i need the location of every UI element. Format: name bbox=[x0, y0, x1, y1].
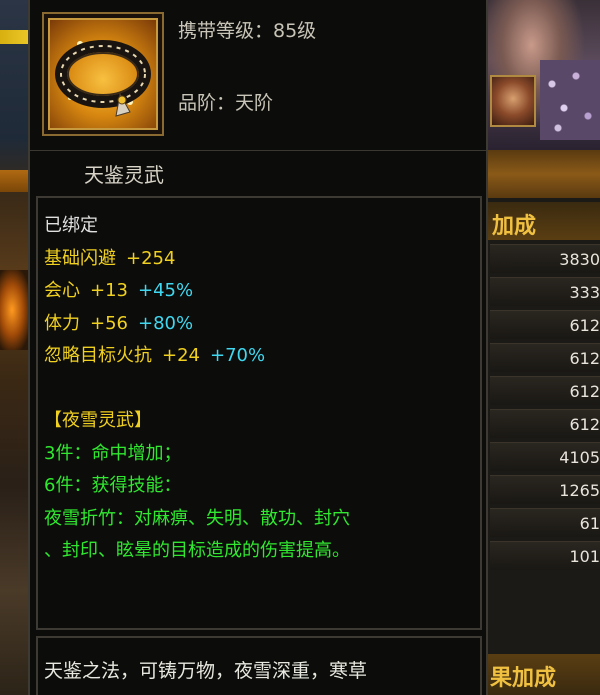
attribute-value-row: 612 bbox=[490, 409, 600, 438]
attribute-line: 体力 +56 +80% bbox=[44, 308, 480, 341]
set-skill-description: 夜雪折竹：对麻痹、失明、散功、封穴 bbox=[44, 507, 350, 529]
set-bonus-3: 3件：命中增加； bbox=[44, 442, 182, 464]
attribute-value-row: 61 bbox=[490, 508, 600, 537]
attribute-value-row: 4105 bbox=[490, 442, 600, 471]
item-icon-frame bbox=[42, 12, 164, 136]
bound-status: 已绑定 bbox=[44, 215, 98, 236]
attribute-value-row: 3830 bbox=[490, 244, 600, 273]
attribute-percent: +45% bbox=[138, 280, 194, 301]
attribute-name: 忽略目标火抗 bbox=[44, 345, 152, 366]
attribute-value-row: 333 bbox=[490, 277, 600, 306]
attribute-percent: +70% bbox=[210, 345, 266, 366]
item-requirements: 携带等级：85级 品阶：天阶 bbox=[178, 14, 316, 120]
attribute-value: +254 bbox=[126, 247, 176, 269]
attribute-value: +56 bbox=[90, 312, 128, 334]
item-tooltip: 携带等级：85级 品阶：天阶 天鉴灵武 已绑定 基础闪避 +254 会心 +13 +4… bbox=[28, 0, 488, 695]
leather-collar-icon bbox=[48, 18, 158, 130]
attribute-value: +24 bbox=[162, 345, 200, 366]
attribute-value-row: 1265 bbox=[490, 475, 600, 504]
set-skill-description-cont: 、封印、眩晕的目标造成的伤害提高。 bbox=[44, 540, 350, 561]
attribute-value: +13 bbox=[90, 280, 128, 301]
attribute-value-row: 612 bbox=[490, 310, 600, 339]
attribute-name: 会心 bbox=[44, 280, 80, 301]
attribute-name: 基础闪避 bbox=[44, 247, 116, 269]
blossom-decoration bbox=[540, 60, 600, 140]
panel-divider-band bbox=[486, 150, 600, 198]
set-bonus-6: 6件：获得技能： bbox=[44, 475, 182, 496]
attribute-percent: +80% bbox=[138, 312, 194, 334]
carry-level: 携带等级：85级 bbox=[178, 20, 317, 42]
set-name: 【夜雪灵武】 bbox=[44, 410, 152, 431]
attribute-value-row: 612 bbox=[490, 376, 600, 405]
effect-bonus-tab[interactable]: 果加成 bbox=[486, 654, 600, 695]
attribute-line: 忽略目标火抗 +24 +70% bbox=[44, 340, 480, 373]
attribute-panel-header: 加成 bbox=[486, 202, 600, 240]
item-name: 天鉴灵武 bbox=[30, 150, 486, 192]
attribute-value-row: 612 bbox=[490, 343, 600, 372]
attribute-value-list: 3830 333 612 612 612 612 4105 1265 61 10… bbox=[490, 244, 600, 574]
item-lore: 天鉴之法，可铸万物，夜雪深重，寒草 bbox=[36, 636, 482, 695]
attribute-line: 会心 +13 +45% bbox=[44, 275, 480, 308]
attribute-name: 体力 bbox=[44, 312, 80, 334]
item-grade: 品阶：天阶 bbox=[178, 92, 274, 114]
avatar[interactable] bbox=[490, 75, 536, 127]
item-stats-box: 已绑定 基础闪避 +254 会心 +13 +45% 体力 +56 +80% 忽略目标火抗 +… bbox=[36, 196, 482, 630]
background-glow bbox=[0, 270, 30, 350]
attribute-line: 基础闪避 +254 bbox=[44, 243, 480, 276]
attribute-value-row: 101 bbox=[490, 541, 600, 570]
